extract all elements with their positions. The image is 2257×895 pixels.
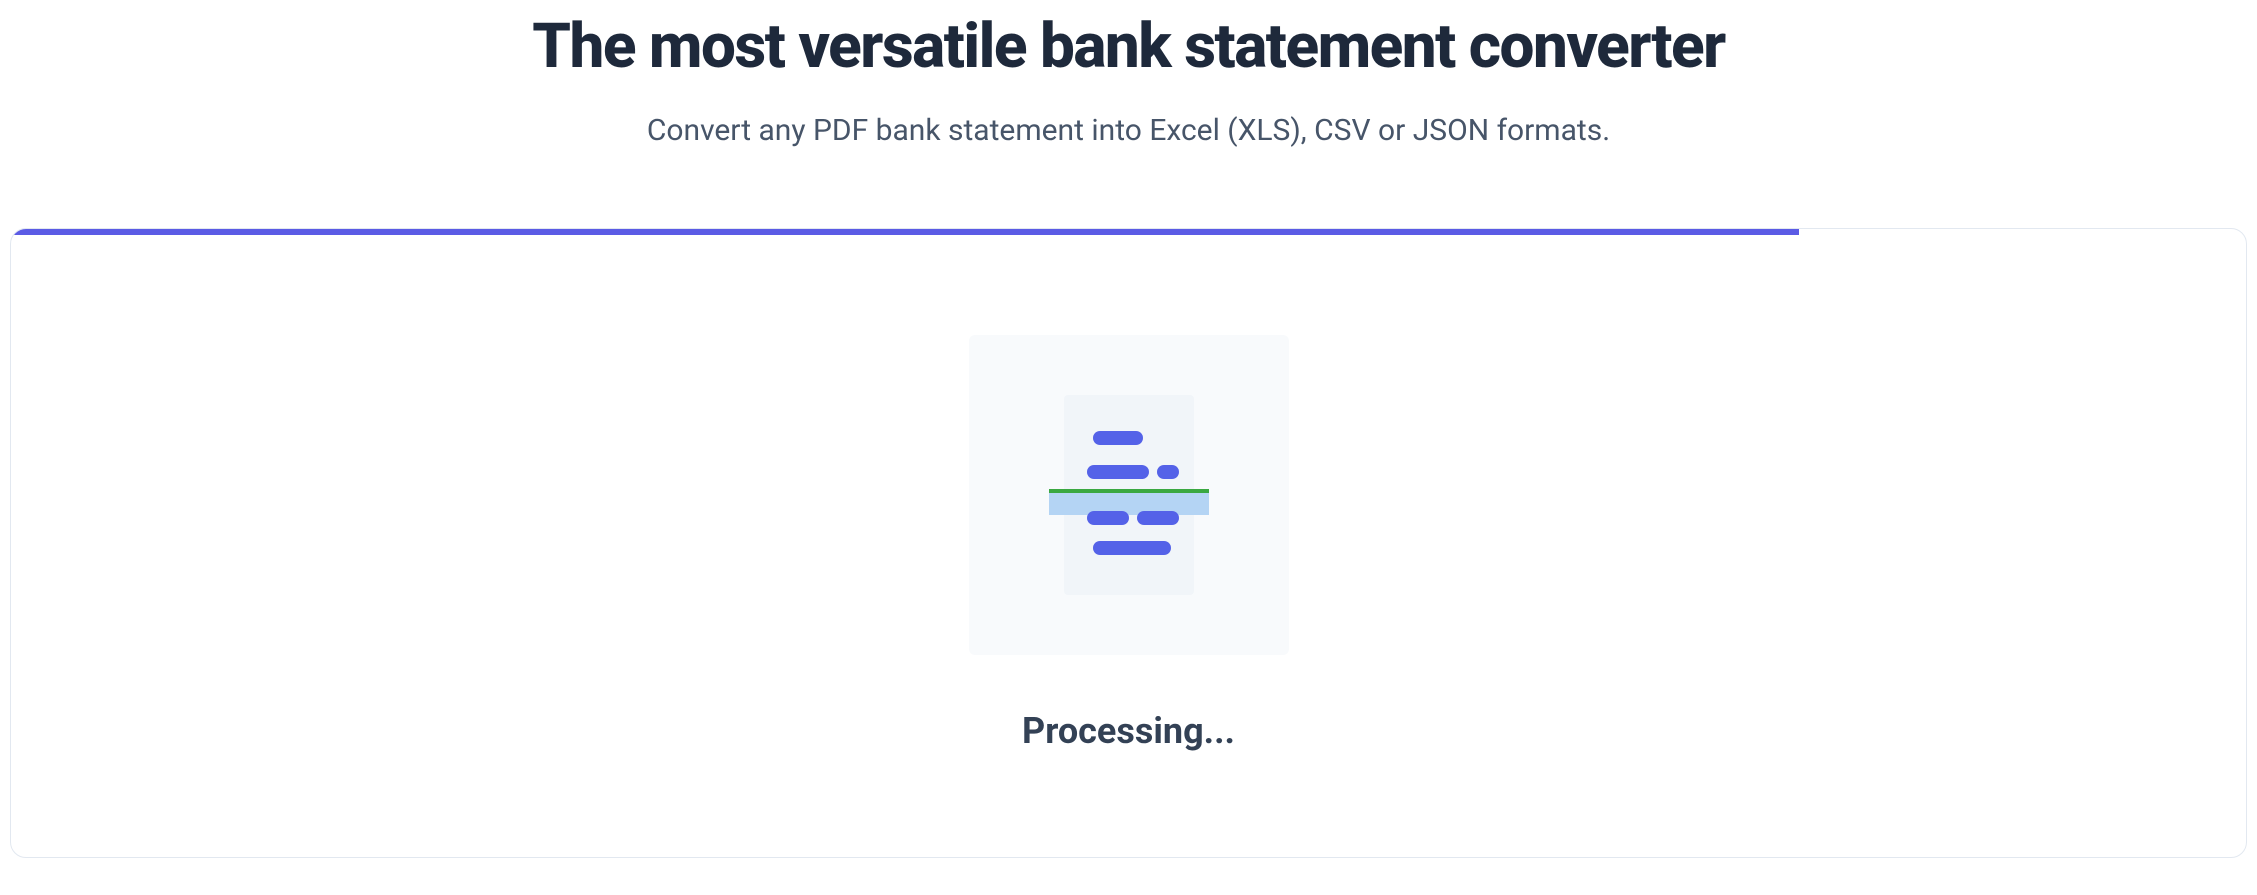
page-subtitle: Convert any PDF bank statement into Exce…	[10, 113, 2247, 148]
processing-card: Processing...	[10, 228, 2247, 858]
status-text: Processing...	[1022, 710, 1235, 752]
page-header: The most versatile bank statement conver…	[10, 0, 2247, 228]
document-scan-icon	[1049, 395, 1209, 595]
page-title: The most versatile bank statement conver…	[10, 10, 2247, 83]
icon-container	[969, 335, 1289, 655]
progress-bar	[11, 229, 1799, 235]
